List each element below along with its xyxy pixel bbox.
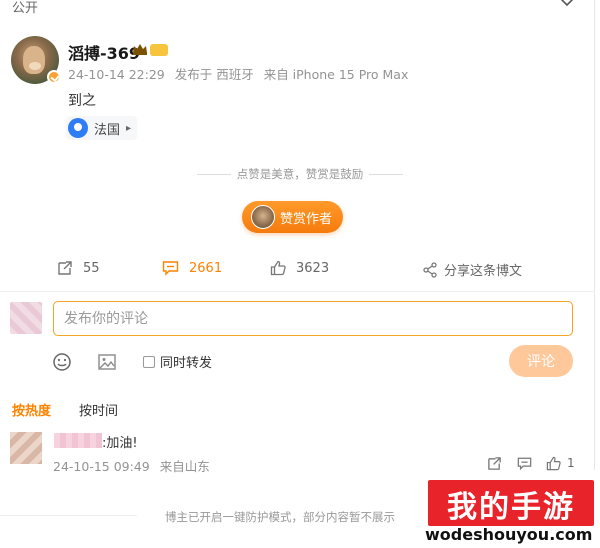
crown-icon xyxy=(133,44,147,55)
share-button[interactable]: 分享这条博文 xyxy=(422,260,522,279)
post-time[interactable]: 24-10-14 22:29 xyxy=(68,67,165,82)
forward-button[interactable]: 55 xyxy=(57,260,100,276)
vip-level-badge xyxy=(150,44,168,56)
sort-by-time-tab[interactable]: 按时间 xyxy=(79,400,118,419)
reward-hint: 点赞是美意，赞赏是鼓励 xyxy=(0,166,600,182)
post-actions: 55 2661 3623 分享这条博文 xyxy=(0,260,600,284)
comment-input[interactable] xyxy=(53,301,573,336)
comment-meta: 24-10-15 09:49 来自山东 xyxy=(53,456,216,475)
commenter-avatar[interactable] xyxy=(10,432,42,464)
post-device: 来自 iPhone 15 Pro Max xyxy=(263,67,409,82)
share-label: 分享这条博文 xyxy=(444,264,523,279)
comment-like-count: 1 xyxy=(567,456,575,470)
comment-button[interactable]: 2661 xyxy=(162,260,222,276)
submit-comment-button[interactable]: 评论 xyxy=(509,345,573,377)
sort-by-hot-tab[interactable]: 按热度 xyxy=(12,400,51,419)
image-icon[interactable] xyxy=(97,352,117,372)
forward-count: 55 xyxy=(83,260,100,276)
visibility-label: 公开 xyxy=(12,1,39,16)
comment-text: :加油! xyxy=(102,436,138,451)
forward-icon xyxy=(58,261,72,275)
watermark-logo: 我的手游 xyxy=(428,480,594,526)
checkbox[interactable] xyxy=(143,355,155,368)
location-label: 法国 xyxy=(94,122,121,138)
comment-count: 2661 xyxy=(189,260,223,276)
comment-time: 24-10-15 09:49 xyxy=(53,459,150,474)
panel-border xyxy=(594,0,595,470)
also-forward-label: 同时转发 xyxy=(160,356,213,371)
thumbs-up-icon xyxy=(270,260,286,276)
like-button[interactable]: 3623 xyxy=(270,260,329,276)
location-tag[interactable]: 法国 ▸ xyxy=(66,116,138,140)
divider xyxy=(0,291,595,292)
watermark-url: wodeshouyou.com xyxy=(425,525,593,544)
footer-divider xyxy=(0,515,137,516)
post-content: 到之 xyxy=(68,93,96,109)
comment-icon xyxy=(162,261,179,276)
reward-avatar-icon xyxy=(251,205,275,229)
watermark-title: 我的手游 xyxy=(447,490,575,525)
verified-badge-icon xyxy=(47,70,61,84)
share-icon xyxy=(423,261,437,278)
reward-button-label: 赞赏作者 xyxy=(280,211,333,227)
comment-reply-icon[interactable] xyxy=(517,456,532,471)
chevron-right-icon: ▸ xyxy=(126,122,132,134)
comment-like-icon[interactable] xyxy=(546,456,561,471)
visibility-bar: 公开 xyxy=(0,0,600,16)
also-forward-checkbox[interactable]: 同时转发 xyxy=(143,352,212,371)
current-user-avatar xyxy=(10,302,42,334)
like-count: 3623 xyxy=(296,260,330,276)
post-meta: 24-10-14 22:29 发布于 西班牙 来自 iPhone 15 Pro … xyxy=(68,64,414,83)
post-region: 发布于 西班牙 xyxy=(174,67,254,82)
comment-forward-icon[interactable] xyxy=(487,456,502,471)
commenter-name-blurred[interactable] xyxy=(54,433,102,448)
chevron-down-icon[interactable] xyxy=(558,0,576,10)
protection-notice: 博主已开启一键防护模式，部分内容暂不展示 xyxy=(165,510,395,524)
location-pin-icon xyxy=(68,118,88,138)
comment-source: 来自山东 xyxy=(159,459,210,474)
author-name[interactable]: 滔搏-369 xyxy=(68,40,140,64)
emoji-icon[interactable] xyxy=(52,352,72,372)
reward-author-button[interactable]: 赞赏作者 xyxy=(242,201,343,233)
